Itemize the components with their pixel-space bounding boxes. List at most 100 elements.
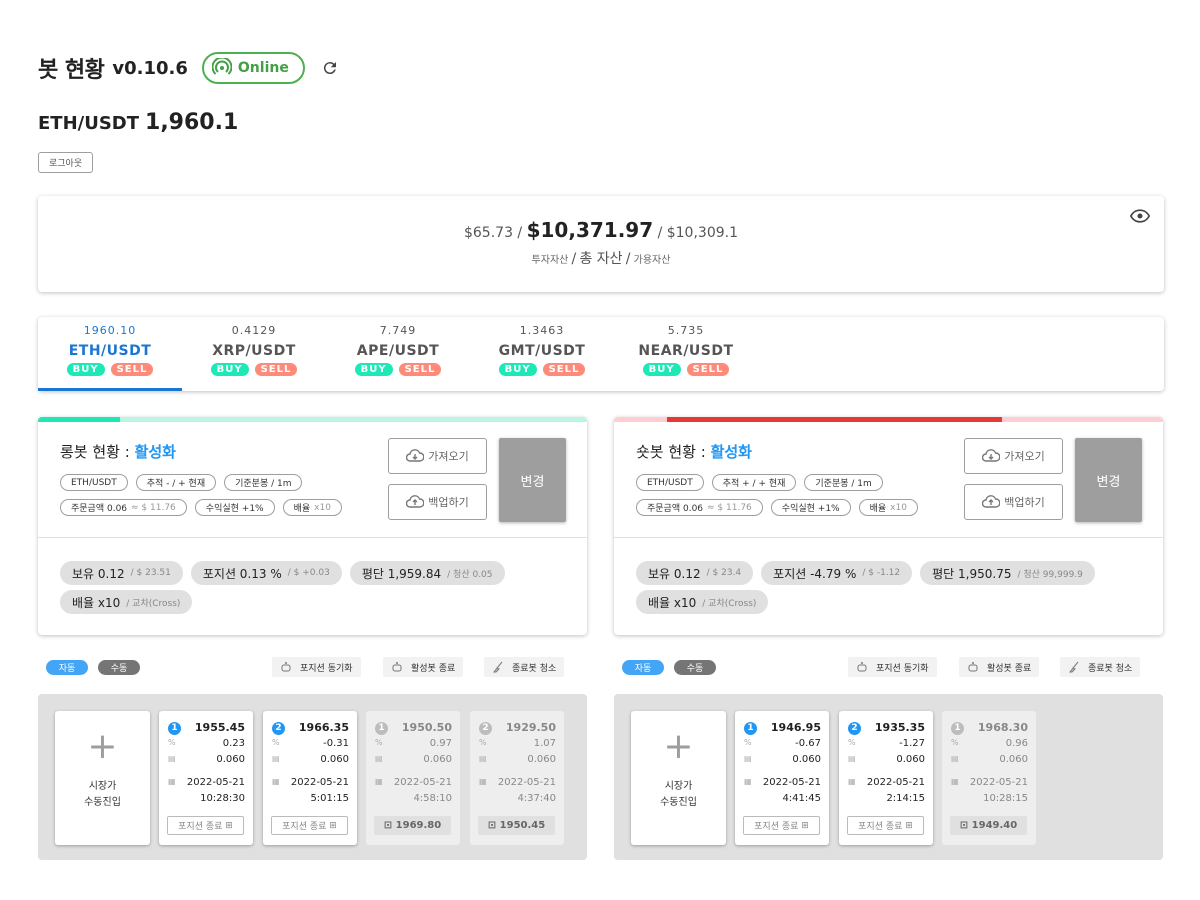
pair-chip: ETH/USDT	[636, 474, 704, 491]
auto-toggle[interactable]: 자동	[46, 660, 88, 675]
order-qty: 0.060	[896, 754, 925, 765]
cloud-upload-icon	[982, 495, 1001, 508]
tab-ape[interactable]: 7.749 APE/USDT BUY SELL	[326, 317, 470, 391]
long-bot-status: 활성화	[134, 443, 176, 461]
tab-gmt[interactable]: 1.3463 GMT/USDT BUY SELL	[470, 317, 614, 391]
qty-icon: ▤	[168, 754, 176, 763]
order-date: 2022-05-21	[393, 777, 452, 788]
qty-icon: ▤	[744, 754, 752, 763]
sync-position-button[interactable]: 포지션 동기화	[848, 657, 937, 677]
fetch-button[interactable]: 가져오기	[388, 438, 487, 474]
order-time: 4:41:45	[782, 793, 821, 804]
sync-position-button[interactable]: 포지션 동기화	[272, 657, 361, 677]
logout-button[interactable]: 로그아웃	[38, 152, 94, 173]
percent-icon: %	[951, 738, 959, 747]
candle-chip: 기준분봉 / 1m	[804, 474, 883, 491]
auto-toggle[interactable]: 자동	[622, 660, 664, 675]
divider	[614, 537, 1163, 538]
close-position-button[interactable]: 포지션 종료 ⊞	[271, 816, 348, 835]
tab-name: ETH/USDT	[68, 343, 152, 359]
order-qty: 0.060	[320, 754, 349, 765]
short-settings-row1: ETH/USDT 추적 + / + 현재 기준분봉 / 1m	[636, 474, 883, 491]
tab-price: 7.749	[379, 324, 417, 337]
percent-icon: %	[479, 738, 487, 747]
order-card: 1 1950.50 % 0.97 ▤ 0.060 ▦ 2022-05-21 4:58:…	[366, 711, 460, 845]
long-settings-row1: ETH/USDT 추적 - / + 현재 기준분봉 / 1m	[60, 474, 303, 491]
fetch-button[interactable]: 가져오기	[964, 438, 1063, 474]
backup-button[interactable]: 백업하기	[964, 484, 1063, 520]
order-qty: 0.060	[423, 754, 452, 765]
track-chip: 추적 - / + 현재	[135, 474, 217, 491]
tab-eth[interactable]: 1960.10 ETH/USDT BUY SELL	[38, 317, 182, 391]
order-date: 2022-05-21	[866, 777, 925, 788]
leverage-stat: 배율 x10/ 교차(Cross)	[60, 590, 193, 614]
manual-toggle[interactable]: 수동	[98, 660, 140, 675]
order-percent: -0.31	[323, 738, 349, 749]
long-bot-panel: 롱봇 현황 : 활성화 ETH/USDT 추적 - / + 현재 기준분봉 / …	[38, 417, 587, 635]
tab-name: APE/USDT	[356, 343, 440, 359]
tab-name: NEAR/USDT	[638, 343, 734, 359]
close-position-button[interactable]: 포지션 종료 ⊞	[167, 816, 244, 835]
clean-ended-bot-button[interactable]: 종료봇 청소	[484, 657, 565, 677]
calendar-icon: ▦	[272, 777, 280, 786]
pair-price: 1,960.1	[145, 110, 239, 135]
short-bot-title: 숏봇 현황 : 활성화	[636, 443, 752, 461]
eye-icon[interactable]	[1130, 208, 1150, 224]
pair-tabs: 1960.10 ETH/USDT BUY SELL 0.4129 XRP/USDT…	[38, 317, 1164, 391]
short-controls: 자동 수동 포지션 동기화 활성봇 종료 종료봇 청소	[614, 657, 1163, 677]
manual-entry-button[interactable]: + 시장가 수동진입	[631, 711, 726, 845]
tab-name: GMT/USDT	[498, 343, 586, 359]
change-button[interactable]: 변경	[499, 438, 566, 522]
close-position-button[interactable]: 포지션 종료 ⊞	[743, 816, 820, 835]
clean-ended-bot-button[interactable]: 종료봇 청소	[1060, 657, 1141, 677]
manual-toggle[interactable]: 수동	[674, 660, 716, 675]
long-stats-row1: 보유 0.12/ $ 23.51 포지션 0.13 % / $ +0.03 평단 …	[60, 561, 505, 585]
backup-button[interactable]: 백업하기	[388, 484, 487, 520]
calendar-icon: ▦	[744, 777, 752, 786]
short-bot-status: 활성화	[710, 443, 752, 461]
qty-icon: ▤	[375, 754, 383, 763]
total-label: 총 자산	[579, 251, 623, 267]
buy-badge: BUY	[498, 363, 537, 376]
invest-asset: $65.73 /	[463, 225, 523, 241]
cloud-upload-icon	[406, 495, 425, 508]
position-stat: 포지션 0.13 % / $ +0.03	[190, 561, 342, 585]
sell-badge: SELL	[686, 363, 730, 376]
order-date: 2022-05-21	[969, 777, 1028, 788]
close-position-button[interactable]: 포지션 종료 ⊞	[847, 816, 924, 835]
order-card: 2 1966.35 % -0.31 ▤ 0.060 ▦ 2022-05-21 5:01…	[263, 711, 357, 845]
average-stat: 평단 1,950.75/ 청산 99,999.9	[920, 561, 1095, 585]
manual-entry-label: 수동진입	[660, 797, 697, 808]
short-progress-bar	[614, 417, 1163, 422]
percent-icon: %	[272, 738, 280, 747]
long-orders-area: + 시장가 수동진입 1 1955.45 % 0.23 ▤ 0.060 ▦ 2022-0…	[38, 694, 587, 860]
stop-active-bot-button[interactable]: 활성봇 종료	[959, 657, 1040, 677]
order-percent: -0.67	[795, 738, 821, 749]
sell-badge: SELL	[254, 363, 298, 376]
stop-active-bot-button[interactable]: 활성봇 종료	[383, 657, 464, 677]
refresh-icon[interactable]	[321, 59, 339, 77]
order-price: 1955.45	[194, 721, 245, 734]
total-asset: $10,371.97	[526, 218, 654, 242]
current-pair: ETH/USDT 1,960.1	[38, 110, 238, 135]
signal-icon	[211, 58, 232, 75]
short-orders-area: + 시장가 수동진입 1 1946.95 % -0.67 ▤ 0.060 ▦ 2022-…	[614, 694, 1163, 860]
order-time: 4:37:40	[517, 793, 556, 804]
manual-entry-button[interactable]: + 시장가 수동진입	[55, 711, 150, 845]
plus-icon: +	[87, 726, 118, 767]
robot-icon	[857, 662, 867, 672]
order-percent: -1.27	[899, 738, 925, 749]
take-profit-target: ⊡ 1949.40	[950, 816, 1027, 835]
qty-icon: ▤	[951, 754, 959, 763]
order-chip: 주문금액 0.06 ≈ $ 11.76	[60, 499, 187, 516]
short-stats-row2: 배율 x10/ 교차(Cross)	[636, 590, 769, 614]
order-price: 1946.95	[770, 721, 821, 734]
assets-labels: 투자자산 / 총 자산 / 가용자산	[38, 248, 1164, 268]
tab-near[interactable]: 5.735 NEAR/USDT BUY SELL	[614, 317, 758, 391]
candle-chip: 기준분봉 / 1m	[224, 474, 303, 491]
version-label: v0.10.6	[112, 57, 188, 79]
order-price: 1966.35	[298, 721, 349, 734]
change-button[interactable]: 변경	[1075, 438, 1142, 522]
broom-icon	[493, 661, 503, 673]
tab-xrp[interactable]: 0.4129 XRP/USDT BUY SELL	[182, 317, 326, 391]
